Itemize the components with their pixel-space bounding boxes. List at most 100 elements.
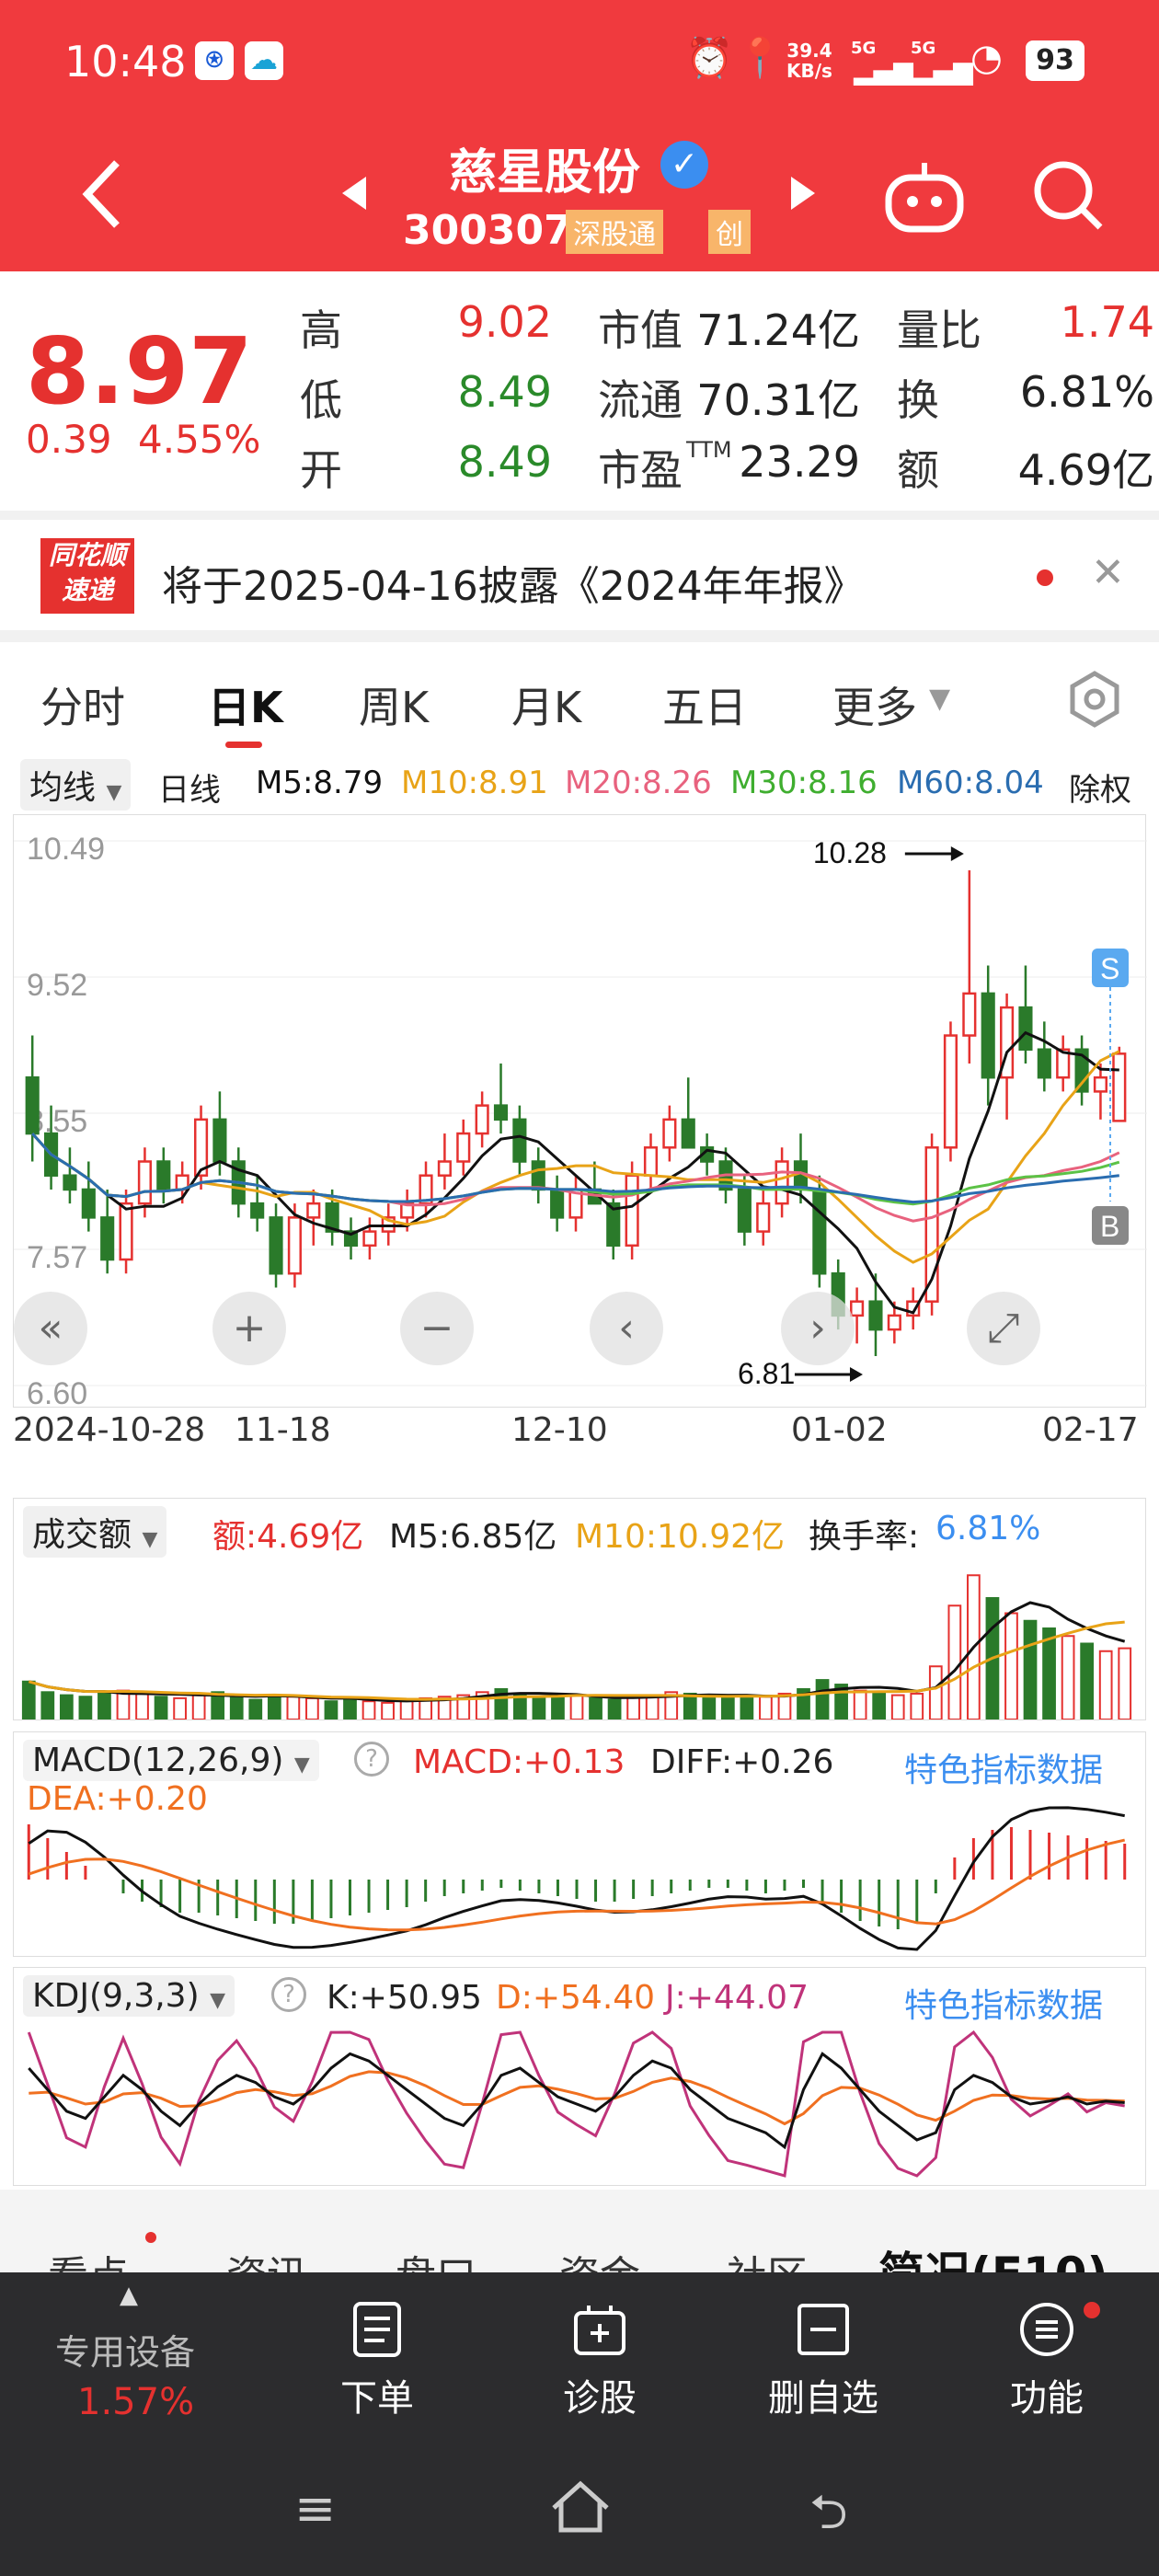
ma-type-label: 均线 — [29, 769, 97, 807]
ma60-value: M60:8.04 — [897, 765, 1044, 801]
close-icon[interactable]: ✕ — [1091, 549, 1125, 596]
menu-nav-icon[interactable]: ≡ — [294, 2479, 336, 2537]
volume-bar — [569, 1694, 584, 1719]
quote-key-0-1: 低 — [300, 375, 342, 425]
candle-body — [456, 1132, 471, 1163]
high-arrow-head — [950, 845, 964, 861]
remove-watchlist-button[interactable]: 删自选 — [731, 2300, 915, 2421]
bottom-action-bar: ▲ 专用设备 1.57% 下单 诊股 删自选 功能 ≡ ⮌ — [0, 2272, 1159, 2576]
volume-type-dropdown[interactable]: 成交额 ▼ — [23, 1506, 167, 1558]
chevron-down-icon: ▼ — [293, 1754, 310, 1777]
signal-1-icon: ▂▄▆ — [854, 55, 913, 86]
kdj-title: KDJ(9,3,3) — [32, 1977, 200, 2015]
date-axis: 2024-10-28 11-18 12-10 01-02 02-17 — [0, 1408, 1159, 1454]
order-button[interactable]: 下单 — [285, 2300, 469, 2421]
date-label: 2024-10-28 — [13, 1411, 206, 1449]
expand-up-icon[interactable]: ▲ — [120, 2282, 138, 2309]
turnover-panel[interactable]: 成交额 ▼ 额:4.69亿 M5:6.85亿 M10:10.92亿 换手率: 6… — [13, 1498, 1146, 1720]
volume-bar — [740, 1694, 754, 1719]
volume-bar — [399, 1698, 414, 1719]
kdj-dropdown[interactable]: KDJ(9,3,3) ▼ — [23, 1975, 235, 2017]
candle-body — [887, 1314, 901, 1331]
remove-watchlist-icon — [798, 2304, 849, 2355]
volume-bar — [381, 1701, 395, 1719]
macd-panel[interactable]: MACD(12,26,9) ▼ ? MACD:+0.13 DIFF:+0.26 … — [13, 1731, 1146, 1957]
prev-stock-icon[interactable] — [340, 175, 368, 212]
macd-feature-link[interactable]: 特色指标数据 — [904, 1743, 1103, 1791]
tab-monthly-k[interactable]: 月K — [511, 674, 581, 735]
tab-weekly-k[interactable]: 周K — [359, 674, 429, 735]
chevron-down-icon[interactable]: ▼ — [929, 683, 950, 715]
volume-bars — [21, 1574, 1132, 1719]
turnover-rate-label: 换手率: — [809, 1518, 920, 1556]
k-line — [28, 2052, 1125, 2150]
ma5-value: M5:8.79 — [256, 765, 384, 801]
period-label: 日线 — [158, 772, 221, 809]
tab-more[interactable]: 更多 — [832, 674, 917, 735]
tab-community[interactable]: 社区 — [727, 2243, 808, 2272]
candle-body — [868, 1300, 883, 1331]
scroll-right-icon[interactable]: › — [809, 1305, 826, 1351]
ma-type-dropdown[interactable]: 均线 ▼ — [20, 759, 132, 811]
tab-five-day[interactable]: 五日 — [662, 674, 747, 735]
tag-chinext: 创 — [708, 210, 751, 254]
candle-body — [662, 1118, 677, 1149]
candle-body — [493, 1104, 509, 1121]
volume-bar — [1061, 1635, 1075, 1719]
next-stock-icon[interactable] — [789, 175, 817, 212]
candle-body — [287, 1216, 302, 1275]
candle-body — [156, 1160, 171, 1191]
tab-capital-flow[interactable]: 资金 — [559, 2243, 640, 2272]
volume-bar — [759, 1696, 773, 1719]
tab-order-book[interactable]: 盘口 — [396, 2243, 476, 2272]
diagnose-icon — [574, 2306, 625, 2355]
help-icon[interactable]: ? — [354, 1742, 389, 1777]
help-icon[interactable]: ? — [271, 1977, 306, 2012]
tab-highlights[interactable]: 看点 — [48, 2243, 129, 2272]
y-tick-label: 6.60 — [27, 1376, 87, 1409]
tab-f10-profile[interactable]: 简况(F10) — [878, 2237, 1107, 2272]
quote-value-1-2: 23.29 — [739, 437, 860, 487]
report-banner[interactable]: 同花顺 速递 将于2025-04-16披露《2024年年报》 ✕ — [0, 520, 1159, 630]
candle-body — [1037, 1048, 1051, 1079]
kline-chart[interactable]: 10.49 9.52 8.55 7.57 6.60 10.28 6.81 S B «+ − ‹ › ⤢ — [13, 814, 1147, 1411]
scroll-left-icon[interactable]: ‹ — [618, 1305, 635, 1351]
date-label: 01-02 — [791, 1411, 888, 1449]
tab-intraday[interactable]: 分时 — [40, 674, 125, 735]
zoom-out-icon[interactable]: − — [420, 1305, 454, 1351]
kdj-panel[interactable]: KDJ(9,3,3) ▼ ? K:+50.95 D:+54.40 J:+44.0… — [13, 1967, 1146, 2186]
quote-value-2-1: 6.81% — [1019, 367, 1154, 417]
tab-daily-k[interactable]: 日K — [208, 674, 283, 735]
quote-key-2-2: 额 — [897, 445, 939, 495]
candle-body — [625, 1174, 639, 1248]
k-value: K:+50.95 — [327, 1979, 482, 2017]
function-button[interactable]: 功能 — [955, 2300, 1139, 2421]
adjust-mode-button[interactable]: 除权 — [1069, 765, 1131, 810]
diagnose-button[interactable]: 诊股 — [508, 2300, 692, 2421]
kdj-feature-link[interactable]: 特色指标数据 — [904, 1979, 1103, 2027]
back-nav-icon[interactable]: ⮌ — [809, 2477, 848, 2559]
tab-news[interactable]: 资讯 — [226, 2243, 307, 2272]
candle-body — [100, 1216, 115, 1261]
robot-assistant-icon[interactable] — [883, 161, 966, 235]
sector-name[interactable]: 专用设备 — [55, 2324, 195, 2375]
settings-hexagon-icon[interactable] — [1065, 670, 1124, 729]
fullscreen-icon[interactable]: ⤢ — [987, 1305, 1019, 1351]
home-nav-icon[interactable] — [548, 2477, 613, 2536]
ma-legend: 均线 ▼ 日线 M5:8.79 M10:8.91 M20:8.26 M30:8.… — [0, 757, 1159, 812]
volume-bar — [78, 1696, 93, 1719]
search-icon[interactable] — [1032, 159, 1106, 233]
volume-type-label: 成交额 — [32, 1516, 132, 1554]
quote-value-1-0: 71.24亿 — [696, 305, 860, 355]
candle-body — [1018, 1006, 1033, 1052]
volume-bar — [361, 1700, 376, 1719]
candle-body — [25, 1075, 40, 1135]
back-icon[interactable] — [78, 157, 124, 231]
zoom-in-icon[interactable]: + — [233, 1305, 267, 1351]
scroll-left-fast-icon[interactable]: « — [39, 1305, 63, 1351]
kline-svg: 10.499.528.557.576.6010.286.81SB« + − ‹ › ⤢ — [14, 832, 1147, 1411]
macd-dropdown[interactable]: MACD(12,26,9) ▼ — [23, 1740, 319, 1781]
candle-body — [962, 992, 977, 1037]
volume-bar — [305, 1696, 319, 1719]
period-tabs: 分时 日K 周K 月K 五日 更多 ▼ — [0, 642, 1159, 757]
